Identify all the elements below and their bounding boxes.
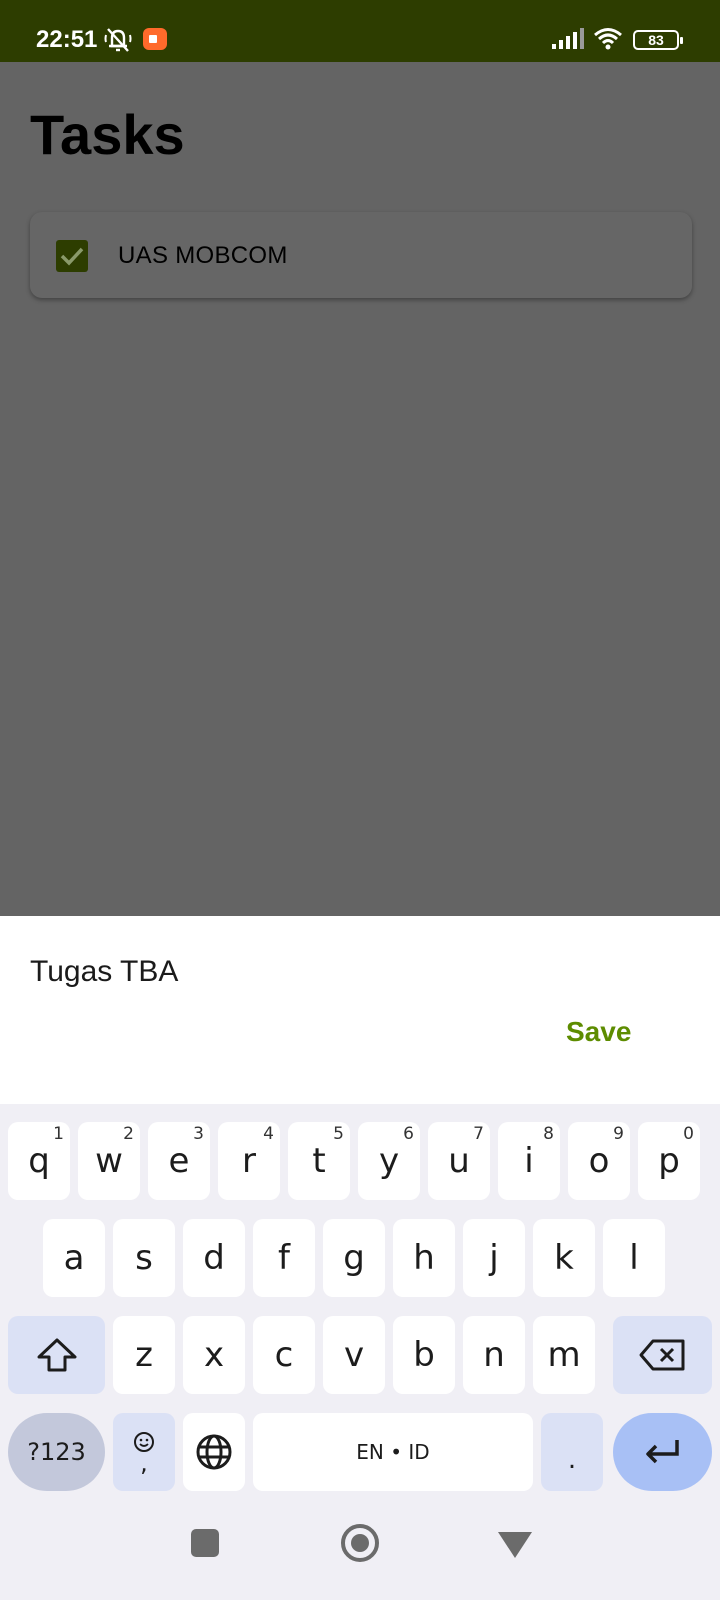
page-title: Tasks bbox=[30, 103, 185, 166]
key-j[interactable]: j bbox=[463, 1219, 525, 1297]
key-h[interactable]: h bbox=[393, 1219, 455, 1297]
key-y[interactable]: y6 bbox=[358, 1122, 420, 1200]
key-x[interactable]: x bbox=[183, 1316, 245, 1394]
screen-record-icon bbox=[143, 28, 167, 50]
task-list-screen: Tasks UAS MOBCOM bbox=[0, 62, 720, 916]
key-d[interactable]: d bbox=[183, 1219, 245, 1297]
key-z[interactable]: z bbox=[113, 1316, 175, 1394]
battery-icon: 83 bbox=[633, 30, 683, 50]
key-e[interactable]: e3 bbox=[148, 1122, 210, 1200]
soft-keyboard: q1 w2 e3 r4 t5 y6 u7 i8 o9 p0 a s d f g … bbox=[0, 1104, 720, 1504]
key-r[interactable]: r4 bbox=[218, 1122, 280, 1200]
key-o[interactable]: o9 bbox=[568, 1122, 630, 1200]
backspace-icon bbox=[639, 1339, 684, 1371]
key-q[interactable]: q1 bbox=[8, 1122, 70, 1200]
space-key[interactable]: EN • ID bbox=[253, 1413, 533, 1491]
bell-off-icon bbox=[103, 26, 133, 54]
key-t[interactable]: t5 bbox=[288, 1122, 350, 1200]
check-icon bbox=[60, 247, 84, 266]
task-input[interactable] bbox=[30, 952, 630, 992]
key-p[interactable]: p0 bbox=[638, 1122, 700, 1200]
symbols-key[interactable]: ?123 bbox=[8, 1413, 105, 1491]
home-icon[interactable] bbox=[341, 1524, 379, 1562]
key-f[interactable]: f bbox=[253, 1219, 315, 1297]
signal-icon bbox=[552, 28, 584, 50]
navigation-bar bbox=[0, 1504, 720, 1600]
recents-icon[interactable] bbox=[191, 1529, 219, 1557]
enter-icon bbox=[645, 1440, 679, 1464]
key-g[interactable]: g bbox=[323, 1219, 385, 1297]
shift-key[interactable] bbox=[8, 1316, 105, 1394]
key-l[interactable]: l bbox=[603, 1219, 665, 1297]
period-key[interactable]: . bbox=[541, 1413, 603, 1491]
key-m[interactable]: m bbox=[533, 1316, 595, 1394]
add-task-sheet: Save bbox=[0, 916, 720, 1104]
key-v[interactable]: v bbox=[323, 1316, 385, 1394]
key-u[interactable]: u7 bbox=[428, 1122, 490, 1200]
key-s[interactable]: s bbox=[113, 1219, 175, 1297]
key-i[interactable]: i8 bbox=[498, 1122, 560, 1200]
emoji-key[interactable]: , bbox=[113, 1413, 175, 1491]
task-label: UAS MOBCOM bbox=[118, 242, 288, 269]
back-icon[interactable] bbox=[498, 1532, 532, 1558]
globe-icon bbox=[196, 1434, 232, 1470]
task-card[interactable]: UAS MOBCOM bbox=[30, 212, 692, 298]
key-w[interactable]: w2 bbox=[78, 1122, 140, 1200]
enter-key[interactable] bbox=[613, 1413, 712, 1491]
status-bar: 22:51 83 bbox=[0, 0, 720, 62]
backspace-key[interactable] bbox=[613, 1316, 712, 1394]
key-c[interactable]: c bbox=[253, 1316, 315, 1394]
shift-icon bbox=[37, 1338, 76, 1372]
key-b[interactable]: b bbox=[393, 1316, 455, 1394]
wifi-icon bbox=[593, 26, 623, 52]
language-key[interactable] bbox=[183, 1413, 245, 1491]
key-n[interactable]: n bbox=[463, 1316, 525, 1394]
key-a[interactable]: a bbox=[43, 1219, 105, 1297]
task-checkbox[interactable] bbox=[56, 240, 88, 272]
status-time: 22:51 bbox=[36, 26, 98, 53]
key-k[interactable]: k bbox=[533, 1219, 595, 1297]
save-button[interactable]: Save bbox=[566, 1016, 631, 1048]
